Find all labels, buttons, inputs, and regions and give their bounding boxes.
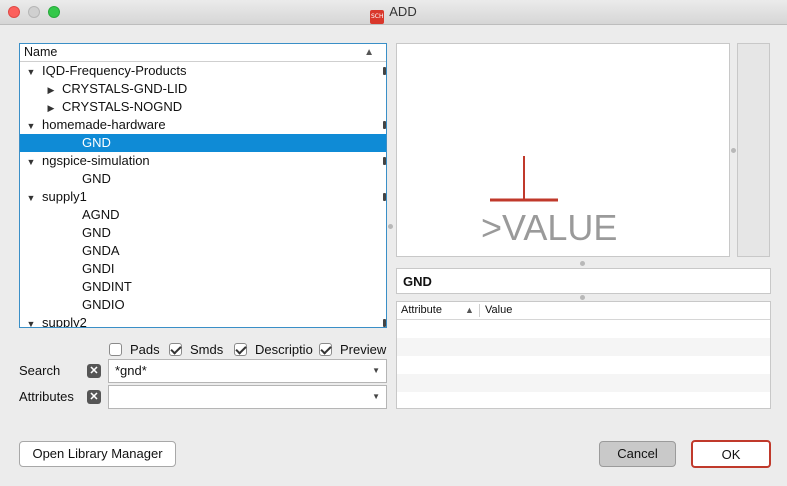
expanded-triangle-icon[interactable]: ▼ xyxy=(24,315,38,327)
tree-row[interactable]: ▼ homemade-hardware xyxy=(20,116,386,134)
title-bar: SCH ADD xyxy=(0,0,787,25)
dropdown-arrow-icon[interactable]: ▼ xyxy=(372,360,380,382)
ok-button[interactable]: OK xyxy=(691,440,771,468)
expanded-triangle-icon[interactable]: ▼ xyxy=(24,63,38,81)
tree-row[interactable]: ▼ supply2 xyxy=(20,314,386,328)
tree-row-label: AGND xyxy=(82,207,120,222)
open-library-manager-button[interactable]: Open Library Manager xyxy=(19,441,176,467)
tree-row-label: ngspice-simulation xyxy=(42,153,150,168)
sort-ascending-icon: ▲ xyxy=(465,305,474,315)
tree-row[interactable]: GNDA xyxy=(20,242,386,260)
collapsed-triangle-icon[interactable]: ▶ xyxy=(44,99,58,117)
preview-splitter-handle[interactable] xyxy=(731,148,736,153)
value-placeholder-text: >VALUE xyxy=(481,207,617,248)
tree-row[interactable]: AGND xyxy=(20,206,386,224)
preview-option[interactable]: Preview xyxy=(319,342,386,358)
tree-row[interactable]: ▶ CRYSTALS-NOGND xyxy=(20,98,386,116)
tree-row-label: GNDINT xyxy=(82,279,132,294)
library-tree[interactable]: Name ▲ ▼ IQD-Frequency-Products ▶ CRYSTALS-… xyxy=(19,43,387,328)
window-title: ADD xyxy=(389,4,417,19)
tree-column-header[interactable]: Name ▲ xyxy=(20,44,386,62)
tree-row[interactable]: ▼ IQD-Frequency-Products xyxy=(20,62,386,80)
attribute-table[interactable]: Attribute ▲ Value xyxy=(396,301,771,409)
tree-row-label: GNDA xyxy=(82,243,120,258)
description-option[interactable]: Descriptio xyxy=(234,342,313,358)
clear-search-icon[interactable]: ✕ xyxy=(87,364,101,378)
tree-row-label: GND xyxy=(82,135,111,150)
smds-label: Smds xyxy=(190,342,224,357)
pads-option[interactable]: Pads xyxy=(109,342,160,358)
expanded-triangle-icon[interactable]: ▼ xyxy=(24,117,38,135)
expanded-triangle-icon[interactable]: ▼ xyxy=(24,189,38,207)
attributes-label: Attributes xyxy=(19,389,74,404)
value-column-header[interactable]: Value xyxy=(485,302,512,319)
tree-row[interactable]: GNDI xyxy=(20,260,386,278)
row-edge-marker xyxy=(383,157,386,165)
tree-row-label: GND xyxy=(82,171,111,186)
sort-ascending-icon: ▲ xyxy=(364,47,374,58)
pads-label: Pads xyxy=(130,342,160,357)
window-title-wrap: SCH ADD xyxy=(0,4,787,24)
preview-side-panel xyxy=(737,43,770,257)
preview-label: Preview xyxy=(340,342,387,357)
attribute-column-header[interactable]: Attribute xyxy=(401,302,442,319)
tree-row-label: IQD-Frequency-Products xyxy=(42,63,187,78)
tree-row-label: supply1 xyxy=(42,189,87,204)
attribute-row-empty xyxy=(397,374,770,392)
attribute-table-header: Attribute ▲ Value xyxy=(397,302,770,320)
tree-row[interactable]: ▼ ngspice-simulation xyxy=(20,152,386,170)
dropdown-arrow-icon[interactable]: ▼ xyxy=(372,386,380,408)
vertical-splitter-handle[interactable] xyxy=(388,224,393,229)
symbol-preview-canvas: >VALUE xyxy=(481,156,617,248)
description-label: Descriptio xyxy=(255,342,313,357)
column-divider[interactable] xyxy=(479,304,480,317)
smds-option[interactable]: Smds xyxy=(169,342,223,358)
row-edge-marker xyxy=(383,193,386,201)
tree-row-label: GNDIO xyxy=(82,297,125,312)
tree-row[interactable]: ▼ supply1 xyxy=(20,188,386,206)
tree-row[interactable]: GND xyxy=(20,134,386,152)
search-value: *gnd* xyxy=(115,363,147,378)
tree-row[interactable]: GNDIO xyxy=(20,296,386,314)
pads-checkbox[interactable] xyxy=(109,343,122,356)
attribute-row-empty xyxy=(397,338,770,356)
search-label: Search xyxy=(19,363,61,378)
tree-row-label: supply2 xyxy=(42,315,87,328)
smds-checkbox[interactable] xyxy=(169,343,182,356)
attributes-input[interactable]: ▼ xyxy=(108,385,387,409)
horizontal-splitter-handle-bottom[interactable] xyxy=(580,295,585,300)
tree-row[interactable]: GND xyxy=(20,170,386,188)
tree-row[interactable]: GND xyxy=(20,224,386,242)
preview-checkbox[interactable] xyxy=(319,343,332,356)
tree-row[interactable]: GNDINT xyxy=(20,278,386,296)
cancel-button[interactable]: Cancel xyxy=(599,441,676,467)
tree-rows: ▼ IQD-Frequency-Products ▶ CRYSTALS-GND-LID… xyxy=(20,62,386,328)
tree-row-label: CRYSTALS-NOGND xyxy=(62,99,183,114)
row-edge-marker xyxy=(383,121,386,129)
description-checkbox[interactable] xyxy=(234,343,247,356)
expanded-triangle-icon[interactable]: ▼ xyxy=(24,153,38,171)
schematic-app-icon: SCH xyxy=(370,10,385,24)
attribute-row-empty xyxy=(397,392,770,408)
attribute-row-empty xyxy=(397,356,770,374)
tree-row-label: homemade-hardware xyxy=(42,117,166,132)
row-edge-marker xyxy=(383,67,386,75)
row-edge-marker xyxy=(383,319,386,327)
symbol-preview-panel: >VALUE xyxy=(396,43,730,257)
selected-device-name: GND xyxy=(396,268,771,294)
tree-row-label: GND xyxy=(82,225,111,240)
clear-attributes-icon[interactable]: ✕ xyxy=(87,390,101,404)
search-input[interactable]: *gnd* ▼ xyxy=(108,359,387,383)
tree-row[interactable]: ▶ CRYSTALS-GND-LID xyxy=(20,80,386,98)
horizontal-splitter-handle-top[interactable] xyxy=(580,261,585,266)
name-column-label: Name xyxy=(24,45,58,59)
tree-row-label: GNDI xyxy=(82,261,115,276)
attribute-row-empty xyxy=(397,320,770,338)
tree-row-label: CRYSTALS-GND-LID xyxy=(62,81,188,96)
collapsed-triangle-icon[interactable]: ▶ xyxy=(44,81,58,99)
